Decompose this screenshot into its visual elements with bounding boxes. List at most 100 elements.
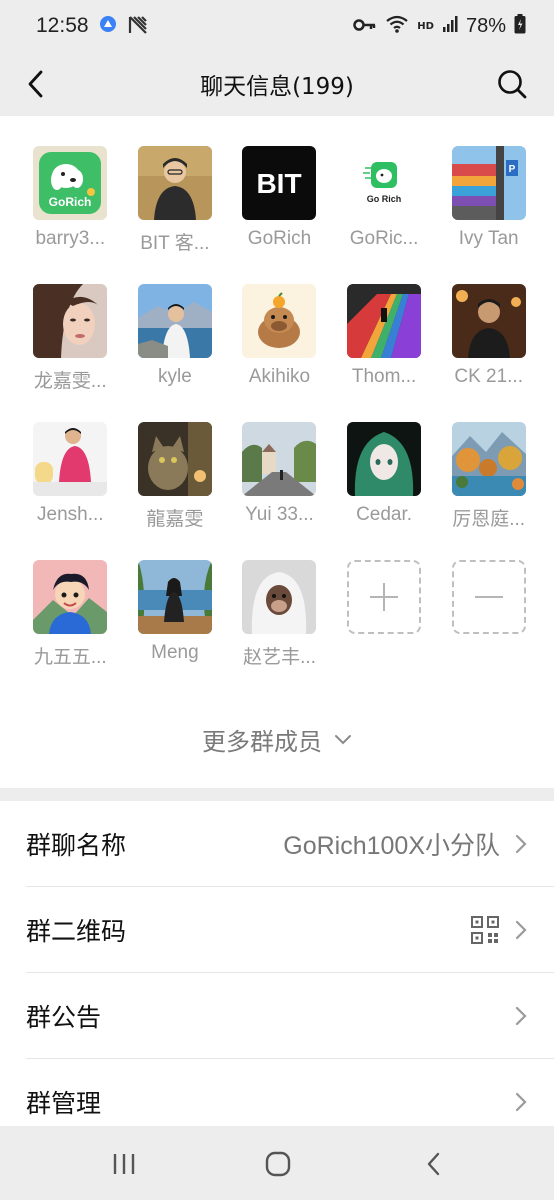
- member-name: Jensh...: [37, 504, 104, 525]
- recent-apps-icon: [113, 1154, 135, 1174]
- member-name: barry3...: [35, 228, 106, 249]
- member-name: Ivy Tan: [458, 228, 519, 249]
- member-item[interactable]: Yui 33...: [227, 422, 332, 530]
- qr-code-icon: [471, 916, 499, 944]
- member-avatar[interactable]: Go Rich: [347, 146, 422, 220]
- header: 聊天信息(199): [0, 52, 554, 116]
- member-item[interactable]: Thom...: [332, 284, 437, 392]
- status-bar: 12:58 HD 78%: [0, 0, 554, 52]
- svg-text:Go Rich: Go Rich: [367, 194, 402, 204]
- member-item[interactable]: Jensh...: [18, 422, 123, 530]
- member-avatar[interactable]: P: [451, 146, 526, 220]
- member-avatar[interactable]: [137, 422, 212, 496]
- member-avatar[interactable]: [33, 284, 108, 358]
- signal-icon: [442, 14, 458, 38]
- home-button[interactable]: [258, 1144, 298, 1184]
- member-item[interactable]: 赵艺丰...: [227, 560, 332, 668]
- members-panel: GoRich barry3... BIT 客... BIT GoRich Go …: [0, 116, 554, 788]
- member-item[interactable]: Meng: [123, 560, 228, 668]
- search-icon: [498, 70, 527, 99]
- member-item[interactable]: BIT 客...: [123, 146, 228, 254]
- system-nav-bar: [0, 1126, 554, 1200]
- member-item[interactable]: 厉恩庭...: [436, 422, 541, 530]
- member-name: kyle: [157, 366, 192, 387]
- group-announcement-row[interactable]: 群公告: [0, 973, 554, 1059]
- add-member-item[interactable]: [332, 560, 437, 668]
- member-name: GoRich: [247, 228, 312, 249]
- member-avatar[interactable]: [137, 560, 212, 634]
- members-grid: GoRich barry3... BIT 客... BIT GoRich Go …: [18, 146, 536, 668]
- member-avatar[interactable]: GoRich: [33, 146, 108, 220]
- svg-text:GoRich: GoRich: [49, 195, 92, 209]
- back-arrow-icon: [28, 70, 43, 98]
- member-name: BIT 客...: [140, 233, 210, 254]
- member-item[interactable]: P Ivy Tan: [436, 146, 541, 254]
- member-avatar[interactable]: [347, 284, 422, 358]
- chevron-right-icon: [515, 834, 527, 854]
- plus-icon: [370, 583, 399, 611]
- member-name: 厉恩庭...: [452, 509, 526, 530]
- chevron-right-icon: [515, 1006, 527, 1026]
- system-back-button[interactable]: [414, 1144, 454, 1184]
- member-avatar[interactable]: [137, 284, 212, 358]
- member-name: 赵艺丰...: [243, 647, 316, 668]
- chevron-right-icon: [515, 920, 527, 940]
- member-item[interactable]: GoRich barry3...: [18, 146, 123, 254]
- group-name-value: GoRich100X小分队: [283, 832, 500, 860]
- member-name: GoRic...: [349, 228, 419, 249]
- search-button[interactable]: [492, 64, 532, 104]
- member-item[interactable]: Go Rich GoRic...: [332, 146, 437, 254]
- group-management-row[interactable]: 群管理: [0, 1059, 554, 1126]
- member-name: 龙嘉雯...: [33, 371, 107, 392]
- group-name-label: 群聊名称: [26, 831, 127, 860]
- hd-indicator: HD: [417, 20, 434, 32]
- member-avatar[interactable]: [347, 422, 422, 496]
- minus-icon: [474, 596, 503, 598]
- member-avatar[interactable]: [242, 284, 317, 358]
- remove-member-button[interactable]: [451, 560, 526, 634]
- member-item[interactable]: 九五五...: [18, 560, 123, 668]
- member-item[interactable]: kyle: [123, 284, 228, 392]
- member-name: 龍嘉雯: [146, 509, 204, 530]
- member-avatar[interactable]: [33, 422, 108, 496]
- remove-member-item[interactable]: [436, 560, 541, 668]
- member-avatar[interactable]: [137, 146, 212, 220]
- svg-text:BIT: BIT: [257, 168, 302, 199]
- member-item[interactable]: BIT GoRich: [227, 146, 332, 254]
- add-member-button[interactable]: [347, 560, 422, 634]
- group-qr-label: 群二维码: [26, 917, 127, 946]
- member-name: 九五五...: [33, 647, 107, 668]
- app-notification-icon: [99, 14, 117, 38]
- more-members-button[interactable]: 更多群成员: [0, 722, 554, 757]
- member-avatar[interactable]: [242, 422, 317, 496]
- recent-apps-button[interactable]: [104, 1144, 144, 1184]
- more-members-label: 更多群成员: [202, 728, 322, 756]
- settings-list: 群聊名称 GoRich100X小分队 群二维码 群公告 群管理: [0, 801, 554, 1126]
- member-avatar[interactable]: [451, 422, 526, 496]
- member-item[interactable]: 龍嘉雯: [123, 422, 228, 530]
- chevron-down-icon: [335, 734, 351, 744]
- member-item[interactable]: Cedar.: [332, 422, 437, 530]
- chevron-right-icon: [515, 1092, 527, 1112]
- member-name: CK 21...: [454, 366, 523, 387]
- member-name: Yui 33...: [245, 504, 314, 525]
- battery-percentage: 78%: [465, 14, 506, 37]
- member-avatar[interactable]: [33, 560, 108, 634]
- back-button[interactable]: [16, 64, 56, 104]
- home-icon: [265, 1151, 291, 1177]
- key-icon: [353, 14, 377, 38]
- member-avatar[interactable]: BIT: [242, 146, 317, 220]
- notification-stripes-icon: [127, 13, 149, 40]
- member-name: Meng: [151, 642, 199, 663]
- member-item[interactable]: Akihiko: [227, 284, 332, 392]
- group-name-row[interactable]: 群聊名称 GoRich100X小分队: [0, 801, 554, 887]
- battery-icon: [514, 13, 526, 39]
- member-avatar[interactable]: [451, 284, 526, 358]
- group-qr-row[interactable]: 群二维码: [0, 887, 554, 973]
- member-avatar[interactable]: [242, 560, 317, 634]
- member-name: Thom...: [351, 366, 417, 387]
- member-item[interactable]: CK 21...: [436, 284, 541, 392]
- svg-text:P: P: [508, 164, 515, 175]
- member-item[interactable]: 龙嘉雯...: [18, 284, 123, 392]
- wifi-icon: [385, 14, 409, 39]
